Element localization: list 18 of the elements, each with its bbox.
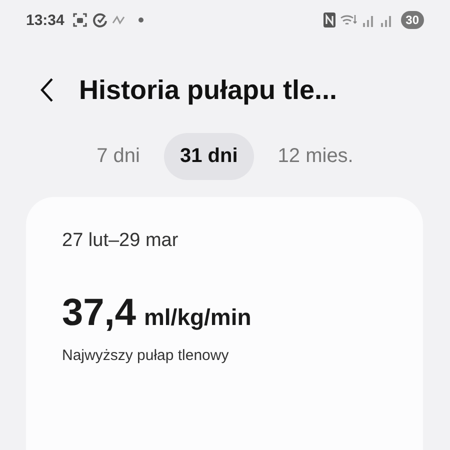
page-title: Historia pułapu tle... bbox=[79, 74, 338, 106]
back-icon[interactable] bbox=[39, 77, 55, 103]
signal-icon bbox=[380, 13, 394, 27]
period-tab[interactable]: 7 dni bbox=[80, 133, 156, 180]
nfc-icon bbox=[322, 12, 336, 28]
dot-icon bbox=[138, 17, 144, 23]
period-tab[interactable]: 31 dni bbox=[164, 133, 254, 180]
unit-label: ml/kg/min bbox=[144, 304, 252, 331]
signal-icon bbox=[362, 13, 376, 27]
status-time: 13:34 bbox=[26, 12, 64, 28]
period-tab[interactable]: 12 mies. bbox=[262, 133, 370, 180]
sync-icon bbox=[92, 12, 108, 28]
vo2max-value: 37,4 bbox=[62, 292, 136, 335]
battery-indicator: 30 bbox=[400, 11, 424, 29]
date-range: 27 lut–29 mar bbox=[62, 230, 178, 252]
value-caption: Najwyższy pułap tlenowy bbox=[62, 347, 229, 364]
wave-icon bbox=[112, 15, 126, 25]
screenshot-icon bbox=[72, 12, 88, 28]
